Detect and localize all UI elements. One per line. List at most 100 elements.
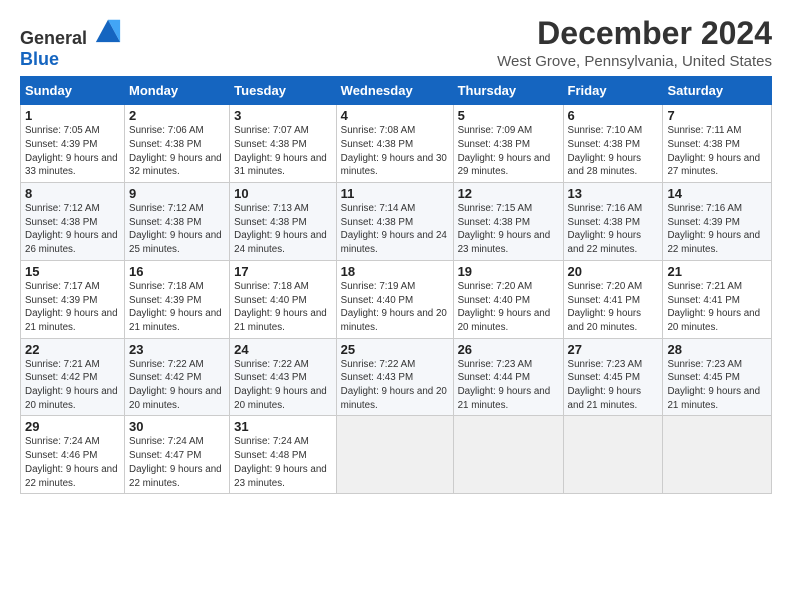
day-info: Sunrise: 7:12 AM Sunset: 4:38 PM Dayligh… [129,202,225,257]
day-cell: 15 Sunrise: 7:17 AM Sunset: 4:39 PM Dayl… [21,260,125,338]
day-number: 13 [568,186,659,201]
day-info: Sunrise: 7:13 AM Sunset: 4:38 PM Dayligh… [234,202,332,257]
day-number: 22 [25,342,120,357]
day-info: Sunrise: 7:24 AM Sunset: 4:47 PM Dayligh… [129,435,225,490]
day-number: 19 [458,264,559,279]
header-day-saturday: Saturday [663,77,772,105]
day-cell [563,416,663,494]
day-cell: 9 Sunrise: 7:12 AM Sunset: 4:38 PM Dayli… [125,183,230,261]
day-number: 21 [667,264,767,279]
day-cell: 25 Sunrise: 7:22 AM Sunset: 4:43 PM Dayl… [336,338,453,416]
day-info: Sunrise: 7:23 AM Sunset: 4:45 PM Dayligh… [667,358,767,413]
logo-icon [94,16,122,44]
day-info: Sunrise: 7:17 AM Sunset: 4:39 PM Dayligh… [25,280,120,335]
day-cell: 8 Sunrise: 7:12 AM Sunset: 4:38 PM Dayli… [21,183,125,261]
day-cell: 21 Sunrise: 7:21 AM Sunset: 4:41 PM Dayl… [663,260,772,338]
header-day-wednesday: Wednesday [336,77,453,105]
day-number: 16 [129,264,225,279]
day-info: Sunrise: 7:16 AM Sunset: 4:39 PM Dayligh… [667,202,767,257]
day-cell: 5 Sunrise: 7:09 AM Sunset: 4:38 PM Dayli… [453,105,563,183]
day-cell: 24 Sunrise: 7:22 AM Sunset: 4:43 PM Dayl… [230,338,337,416]
header-day-tuesday: Tuesday [230,77,337,105]
day-cell: 23 Sunrise: 7:22 AM Sunset: 4:42 PM Dayl… [125,338,230,416]
day-cell: 3 Sunrise: 7:07 AM Sunset: 4:38 PM Dayli… [230,105,337,183]
day-cell: 10 Sunrise: 7:13 AM Sunset: 4:38 PM Dayl… [230,183,337,261]
day-cell [663,416,772,494]
day-info: Sunrise: 7:07 AM Sunset: 4:38 PM Dayligh… [234,124,332,179]
day-number: 26 [458,342,559,357]
day-info: Sunrise: 7:24 AM Sunset: 4:48 PM Dayligh… [234,435,332,490]
week-row-1: 1 Sunrise: 7:05 AM Sunset: 4:39 PM Dayli… [21,105,772,183]
day-cell: 7 Sunrise: 7:11 AM Sunset: 4:38 PM Dayli… [663,105,772,183]
day-number: 12 [458,186,559,201]
day-cell: 28 Sunrise: 7:23 AM Sunset: 4:45 PM Dayl… [663,338,772,416]
day-cell: 18 Sunrise: 7:19 AM Sunset: 4:40 PM Dayl… [336,260,453,338]
day-info: Sunrise: 7:18 AM Sunset: 4:39 PM Dayligh… [129,280,225,335]
day-number: 3 [234,108,332,123]
day-cell: 19 Sunrise: 7:20 AM Sunset: 4:40 PM Dayl… [453,260,563,338]
day-cell: 30 Sunrise: 7:24 AM Sunset: 4:47 PM Dayl… [125,416,230,494]
day-cell: 4 Sunrise: 7:08 AM Sunset: 4:38 PM Dayli… [336,105,453,183]
day-info: Sunrise: 7:11 AM Sunset: 4:38 PM Dayligh… [667,124,767,179]
day-cell: 17 Sunrise: 7:18 AM Sunset: 4:40 PM Dayl… [230,260,337,338]
header-row: SundayMondayTuesdayWednesdayThursdayFrid… [21,77,772,105]
day-info: Sunrise: 7:23 AM Sunset: 4:45 PM Dayligh… [568,358,659,413]
day-info: Sunrise: 7:21 AM Sunset: 4:41 PM Dayligh… [667,280,767,335]
day-number: 25 [341,342,449,357]
title-block: December 2024 West Grove, Pennsylvania, … [497,16,772,70]
week-row-2: 8 Sunrise: 7:12 AM Sunset: 4:38 PM Dayli… [21,183,772,261]
day-info: Sunrise: 7:20 AM Sunset: 4:41 PM Dayligh… [568,280,659,335]
day-info: Sunrise: 7:19 AM Sunset: 4:40 PM Dayligh… [341,280,449,335]
day-number: 11 [341,186,449,201]
day-cell [453,416,563,494]
day-info: Sunrise: 7:23 AM Sunset: 4:44 PM Dayligh… [458,358,559,413]
day-number: 4 [341,108,449,123]
day-info: Sunrise: 7:21 AM Sunset: 4:42 PM Dayligh… [25,358,120,413]
day-number: 14 [667,186,767,201]
day-info: Sunrise: 7:16 AM Sunset: 4:38 PM Dayligh… [568,202,659,257]
day-info: Sunrise: 7:10 AM Sunset: 4:38 PM Dayligh… [568,124,659,179]
day-info: Sunrise: 7:22 AM Sunset: 4:43 PM Dayligh… [341,358,449,413]
day-info: Sunrise: 7:18 AM Sunset: 4:40 PM Dayligh… [234,280,332,335]
day-number: 23 [129,342,225,357]
day-cell [336,416,453,494]
day-number: 7 [667,108,767,123]
day-number: 5 [458,108,559,123]
day-cell: 2 Sunrise: 7:06 AM Sunset: 4:38 PM Dayli… [125,105,230,183]
subtitle: West Grove, Pennsylvania, United States [497,53,772,70]
logo-blue: Blue [20,49,59,69]
main-title: December 2024 [497,16,772,51]
day-cell: 11 Sunrise: 7:14 AM Sunset: 4:38 PM Dayl… [336,183,453,261]
day-cell: 12 Sunrise: 7:15 AM Sunset: 4:38 PM Dayl… [453,183,563,261]
header: General Blue December 2024 West Grove, P… [20,16,772,70]
day-cell: 13 Sunrise: 7:16 AM Sunset: 4:38 PM Dayl… [563,183,663,261]
page: General Blue December 2024 West Grove, P… [0,0,792,504]
header-day-friday: Friday [563,77,663,105]
header-day-thursday: Thursday [453,77,563,105]
day-number: 30 [129,419,225,434]
day-info: Sunrise: 7:06 AM Sunset: 4:38 PM Dayligh… [129,124,225,179]
logo: General Blue [20,16,122,70]
logo-text: General Blue [20,16,122,70]
day-number: 15 [25,264,120,279]
day-number: 24 [234,342,332,357]
day-number: 28 [667,342,767,357]
day-cell: 31 Sunrise: 7:24 AM Sunset: 4:48 PM Dayl… [230,416,337,494]
day-number: 9 [129,186,225,201]
week-row-4: 22 Sunrise: 7:21 AM Sunset: 4:42 PM Dayl… [21,338,772,416]
day-number: 17 [234,264,332,279]
day-number: 18 [341,264,449,279]
day-info: Sunrise: 7:15 AM Sunset: 4:38 PM Dayligh… [458,202,559,257]
header-day-sunday: Sunday [21,77,125,105]
day-number: 8 [25,186,120,201]
day-number: 2 [129,108,225,123]
day-cell: 1 Sunrise: 7:05 AM Sunset: 4:39 PM Dayli… [21,105,125,183]
day-info: Sunrise: 7:08 AM Sunset: 4:38 PM Dayligh… [341,124,449,179]
day-info: Sunrise: 7:24 AM Sunset: 4:46 PM Dayligh… [25,435,120,490]
calendar-table: SundayMondayTuesdayWednesdayThursdayFrid… [20,76,772,494]
day-cell: 22 Sunrise: 7:21 AM Sunset: 4:42 PM Dayl… [21,338,125,416]
day-number: 29 [25,419,120,434]
day-cell: 6 Sunrise: 7:10 AM Sunset: 4:38 PM Dayli… [563,105,663,183]
day-info: Sunrise: 7:05 AM Sunset: 4:39 PM Dayligh… [25,124,120,179]
day-info: Sunrise: 7:22 AM Sunset: 4:43 PM Dayligh… [234,358,332,413]
